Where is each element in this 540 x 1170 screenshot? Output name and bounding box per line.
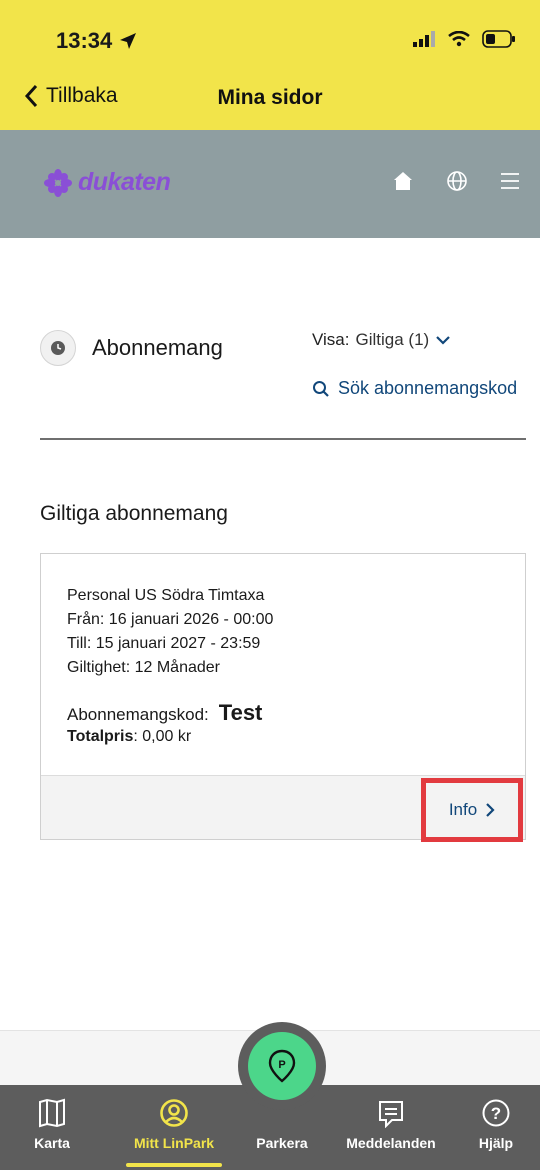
battery-icon	[482, 30, 515, 48]
tab-karta[interactable]: Karta	[20, 1097, 84, 1151]
app-header: dukaten	[0, 130, 540, 238]
search-code-link[interactable]: Sök abonnemangskod	[312, 378, 517, 399]
subscription-price: Totalpris: 0,00 kr	[67, 728, 192, 745]
section-header: Abonnemang	[40, 330, 223, 366]
active-tab-indicator	[126, 1163, 222, 1167]
tab-parkera[interactable]: Parkera	[244, 1097, 320, 1151]
header-icons	[392, 170, 520, 192]
svg-text:P: P	[278, 1059, 285, 1071]
tab-mitt-linpark[interactable]: Mitt LinPark	[118, 1097, 230, 1151]
user-circle-icon	[160, 1099, 188, 1127]
filter-value: Giltiga (1)	[355, 330, 430, 349]
parking-pin-icon: P	[268, 1049, 296, 1083]
section-divider	[40, 438, 526, 440]
help-icon: ?	[482, 1099, 510, 1127]
tab-label-meddelanden: Meddelanden	[346, 1135, 436, 1151]
info-label: Info	[448, 800, 478, 819]
chevron-right-icon	[486, 803, 495, 817]
list-heading: Giltiga abonnemang	[40, 502, 228, 525]
filter-label: Visa:	[312, 330, 350, 349]
subscription-code: Abonnemangskod: Test	[67, 700, 262, 726]
location-arrow-icon	[120, 33, 137, 49]
status-icons	[412, 30, 516, 48]
subscription-name: Personal US Södra Timtaxa	[67, 587, 265, 604]
globe-icon[interactable]	[446, 170, 468, 192]
filter-dropdown[interactable]: Visa: Giltiga (1)	[312, 330, 451, 350]
top-bar: 13:34 Tillbaka Mina sidor	[0, 0, 540, 130]
home-icon[interactable]	[392, 170, 414, 192]
code-value: Test	[218, 700, 263, 725]
tab-label-hjalp: Hjälp	[478, 1135, 514, 1151]
wifi-icon	[448, 31, 470, 47]
subscription-validity: Giltighet: 12 Månader	[67, 659, 220, 676]
subscription-card: Personal US Södra Timtaxa Från: 16 janua…	[40, 553, 526, 842]
status-time: 13:34	[56, 28, 138, 54]
card-footer: Info	[41, 775, 525, 842]
flower-logo-icon	[44, 168, 72, 197]
tab-label-mitt-linpark: Mitt LinPark	[133, 1135, 215, 1151]
chevron-down-icon	[436, 336, 450, 345]
search-icon	[313, 380, 329, 397]
signal-icon	[413, 31, 435, 47]
clock-icon	[40, 330, 76, 366]
subscription-details: Personal US Södra Timtaxa Från: 16 janua…	[67, 584, 273, 680]
subscription-from: Från: 16 januari 2026 - 00:00	[67, 611, 274, 628]
tab-label-parkera: Parkera	[256, 1135, 308, 1151]
message-icon	[379, 1101, 403, 1128]
park-button[interactable]: P	[248, 1032, 316, 1100]
tab-label-karta: Karta	[34, 1135, 70, 1151]
search-code-label: Sök abonnemangskod	[338, 378, 518, 398]
map-icon	[39, 1098, 65, 1128]
info-button[interactable]: Info	[421, 778, 523, 842]
menu-icon[interactable]	[500, 172, 520, 190]
svg-text:?: ?	[491, 1104, 501, 1123]
tab-meddelanden[interactable]: Meddelanden	[336, 1097, 446, 1151]
section-title: Abonnemang	[92, 335, 223, 360]
tab-hjalp[interactable]: ? Hjälp	[466, 1097, 526, 1151]
page-title: Mina sidor	[217, 86, 323, 109]
code-label: Abonnemangskod:	[67, 705, 209, 724]
status-time-text: 13:34	[56, 28, 113, 53]
brand-logo[interactable]: dukaten	[44, 168, 171, 197]
brand-name: dukaten	[78, 168, 171, 196]
subscription-to: Till: 15 januari 2027 - 23:59	[67, 635, 261, 652]
